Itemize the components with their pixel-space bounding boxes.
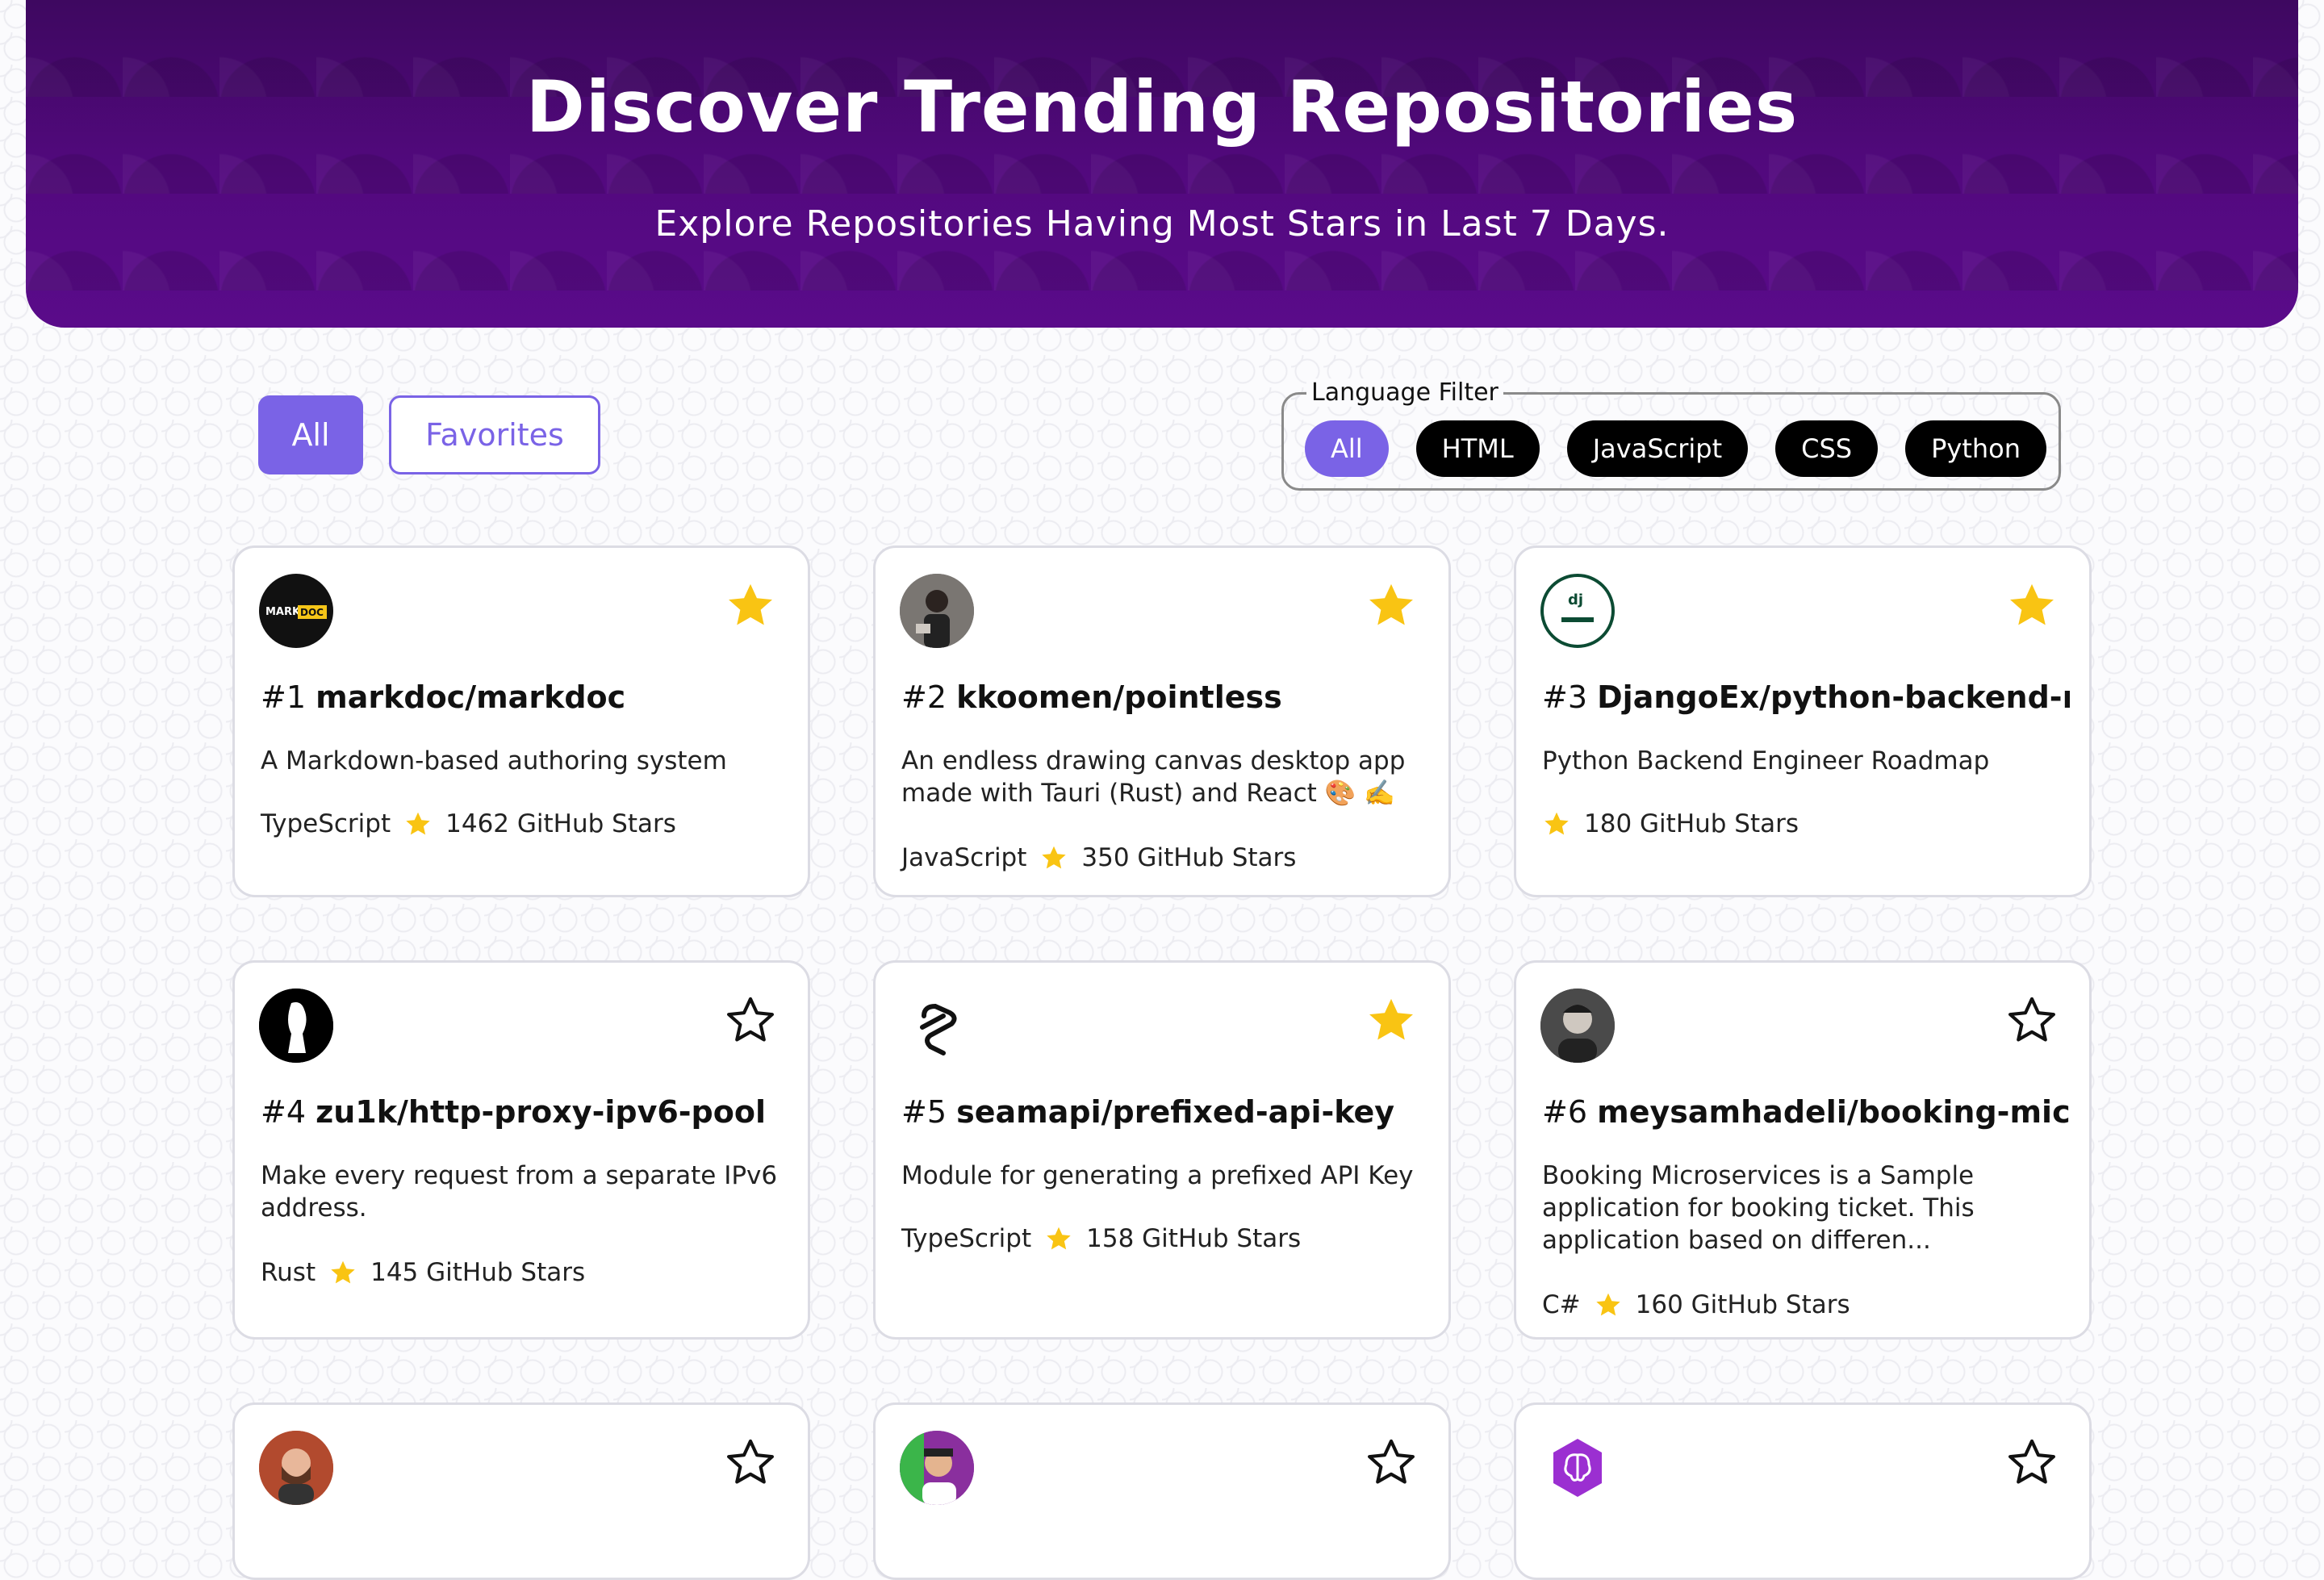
repo-title[interactable]: #3 DjangoEx/python-backend-r... xyxy=(1542,677,2070,717)
star-icon xyxy=(1039,843,1068,872)
repo-language: JavaScript xyxy=(901,843,1027,872)
language-chip-python[interactable]: Python xyxy=(1905,420,2047,477)
language-chip-all[interactable]: All xyxy=(1305,420,1389,477)
user-avatar-icon xyxy=(900,574,974,648)
favorite-star-outline-icon[interactable] xyxy=(724,1436,777,1489)
django-logo-icon: dj xyxy=(1540,574,1615,648)
repo-card[interactable]: #5 seamapi/prefixed-api-key Module for g… xyxy=(873,960,1451,1340)
repo-card[interactable] xyxy=(232,1402,810,1580)
favorite-star-icon[interactable] xyxy=(1365,579,1418,632)
svg-text:DOC: DOC xyxy=(300,607,324,618)
favorite-star-icon[interactable] xyxy=(724,579,777,632)
repo-description: Make every request from a separate IPv6 … xyxy=(261,1161,778,1223)
language-chip-javascript[interactable]: JavaScript xyxy=(1566,420,1749,477)
repo-card[interactable]: MARK DOC #1 markdoc/markdoc A Markdown-ba… xyxy=(232,545,810,897)
star-icon xyxy=(1594,1290,1623,1319)
svg-text:MARK: MARK xyxy=(265,606,301,618)
favorite-star-icon[interactable] xyxy=(1365,993,1418,1047)
language-filter: Language Filter All HTML JavaScript CSS … xyxy=(1281,378,2061,491)
repo-name: zu1k/http-proxy-ipv6-pool xyxy=(316,1094,766,1130)
repo-name: markdoc/markdoc xyxy=(316,679,626,715)
tab-favorites[interactable]: Favorites xyxy=(389,395,600,474)
repo-card[interactable]: dj #3 DjangoEx/python-backend-r... Pytho… xyxy=(1514,545,2092,897)
favorite-star-outline-icon[interactable] xyxy=(1365,1436,1418,1489)
repo-name: seamapi/prefixed-api-key xyxy=(956,1094,1395,1130)
repo-card[interactable] xyxy=(873,1402,1451,1580)
repo-rank: #2 xyxy=(901,679,947,715)
repo-title[interactable]: #1 markdoc/markdoc xyxy=(261,677,788,717)
repo-title[interactable]: #6 meysamhadeli/booking-micr... xyxy=(1542,1092,2070,1132)
repo-rank: #1 xyxy=(261,679,307,715)
language-chip-css[interactable]: CSS xyxy=(1775,420,1879,477)
repo-meta: Rust 145 GitHub Stars xyxy=(261,1256,585,1289)
markdoc-logo-icon: MARK DOC xyxy=(259,574,333,648)
star-icon xyxy=(1542,809,1571,838)
repo-stars: 180 GitHub Stars xyxy=(1584,809,1799,838)
repo-description: Python Backend Engineer Roadmap xyxy=(1542,746,1990,775)
user-avatar-icon xyxy=(259,989,333,1063)
repo-card[interactable]: #6 meysamhadeli/booking-micr... Booking … xyxy=(1514,960,2092,1340)
repo-stars: 1462 GitHub Stars xyxy=(445,809,676,838)
repo-language: TypeScript xyxy=(901,1224,1032,1253)
repo-stars: 158 GitHub Stars xyxy=(1086,1224,1302,1253)
repo-meta: C# 160 GitHub Stars xyxy=(1542,1289,1850,1321)
repo-rank: #6 xyxy=(1542,1094,1588,1130)
repo-card[interactable]: #2 kkoomen/pointless An endless drawing … xyxy=(873,545,1451,897)
repo-rank: #3 xyxy=(1542,679,1588,715)
language-chips: All HTML JavaScript CSS Python xyxy=(1305,420,2047,477)
page-subtitle: Explore Repositories Having Most Stars i… xyxy=(654,203,1670,245)
repo-meta: 180 GitHub Stars xyxy=(1542,808,1799,840)
repo-title[interactable]: #2 kkoomen/pointless xyxy=(901,677,1429,717)
repo-card[interactable] xyxy=(1514,1402,2092,1580)
language-chip-html[interactable]: HTML xyxy=(1415,420,1540,477)
repo-description: A Markdown-based authoring system xyxy=(261,746,727,775)
repo-title[interactable]: #4 zu1k/http-proxy-ipv6-pool xyxy=(261,1092,788,1132)
tab-all[interactable]: All xyxy=(258,395,363,474)
repo-stars: 350 GitHub Stars xyxy=(1081,843,1297,872)
star-icon xyxy=(403,809,433,838)
repo-rank: #4 xyxy=(261,1094,307,1130)
hero-banner: Discover Trending Repositories Explore R… xyxy=(26,0,2298,328)
seam-logo-icon xyxy=(900,989,974,1063)
svg-text:dj: dj xyxy=(1568,591,1583,608)
brain-logo-icon xyxy=(1540,1431,1615,1505)
favorite-star-outline-icon[interactable] xyxy=(2005,1436,2059,1489)
repo-language: C# xyxy=(1542,1290,1581,1319)
repo-name: kkoomen/pointless xyxy=(956,679,1282,715)
repo-title[interactable]: #5 seamapi/prefixed-api-key xyxy=(901,1092,1429,1132)
repo-description: An endless drawing canvas desktop app ma… xyxy=(901,746,1406,808)
repo-meta: TypeScript 158 GitHub Stars xyxy=(901,1223,1301,1255)
repo-language: TypeScript xyxy=(261,809,391,838)
repo-stars: 145 GitHub Stars xyxy=(370,1258,586,1287)
repo-rank: #5 xyxy=(901,1094,947,1130)
repo-meta: JavaScript 350 GitHub Stars xyxy=(901,842,1296,874)
star-icon xyxy=(328,1258,357,1287)
repo-name: DjangoEx/python-backend-r... xyxy=(1597,679,2070,715)
repo-stars: 160 GitHub Stars xyxy=(1635,1290,1850,1319)
favorite-star-icon[interactable] xyxy=(2005,579,2059,632)
language-filter-legend: Language Filter xyxy=(1306,378,1503,407)
repo-description: Booking Microservices is a Sample applic… xyxy=(1542,1161,1975,1255)
favorite-star-outline-icon[interactable] xyxy=(2005,993,2059,1047)
repo-meta: TypeScript 1462 GitHub Stars xyxy=(261,808,676,840)
favorite-star-outline-icon[interactable] xyxy=(724,993,777,1047)
star-icon xyxy=(1044,1224,1073,1253)
user-avatar-icon xyxy=(900,1431,974,1505)
user-avatar-icon xyxy=(259,1431,333,1505)
repo-name: meysamhadeli/booking-micr... xyxy=(1597,1094,2070,1130)
repo-language: Rust xyxy=(261,1258,316,1287)
repo-description: Module for generating a prefixed API Key xyxy=(901,1161,1414,1190)
page-title: Discover Trending Repositories xyxy=(525,65,1799,148)
repo-card[interactable]: #4 zu1k/http-proxy-ipv6-pool Make every … xyxy=(232,960,810,1340)
user-avatar-icon xyxy=(1540,989,1615,1063)
